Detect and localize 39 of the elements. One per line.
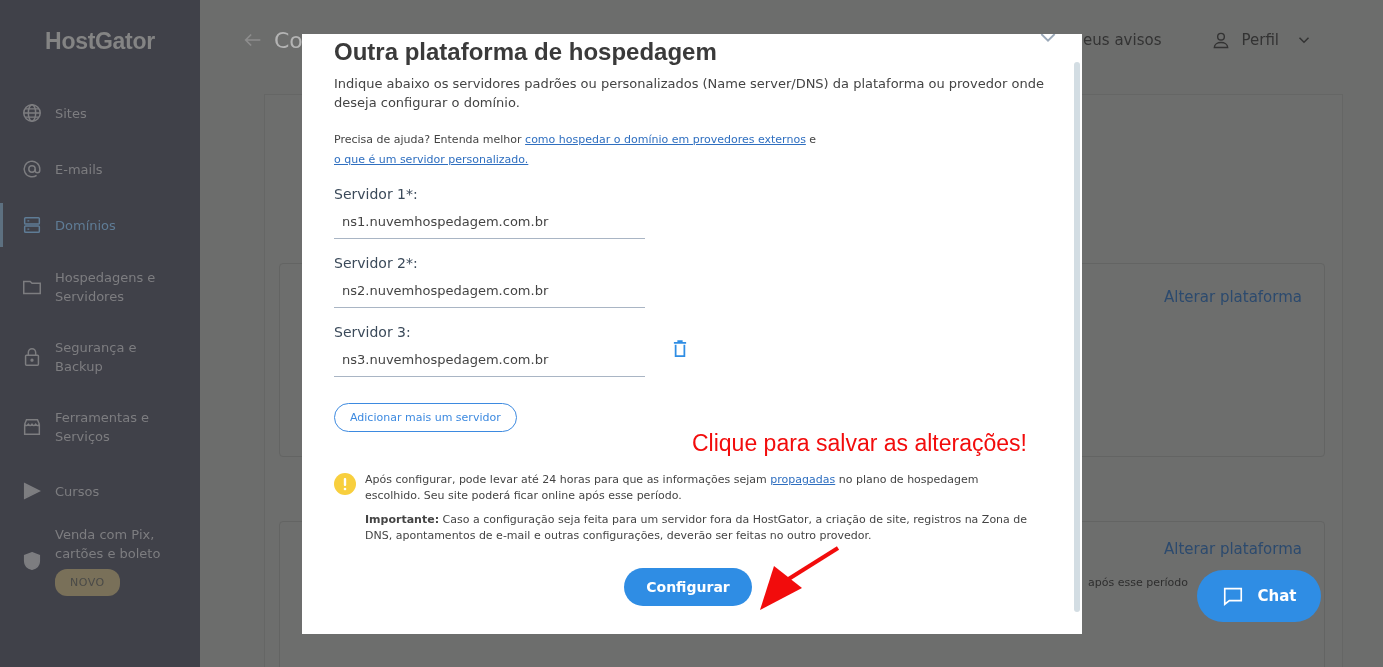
scrollbar[interactable]: [1074, 62, 1080, 612]
notice-text: Após configurar, pode levar até 24 horas para que as informações sejam propagadas no plano de hospedagem escolhido. Seu site poderá ficar online após esse período.: [365, 472, 980, 504]
page-title: Co: [274, 27, 303, 53]
add-server-button[interactable]: Adicionar mais um servidor: [334, 403, 517, 432]
modal-title: Outra plataforma de hospedagem: [334, 38, 718, 66]
profile-menu[interactable]: Perfil: [1241, 31, 1279, 49]
sidebar-item[interactable]: E-mails: [0, 147, 200, 191]
help-link[interactable]: o que é um servidor personalizado.: [334, 153, 529, 166]
chat-bubble-icon: [1221, 585, 1244, 607]
propagated-link[interactable]: propagadas: [770, 473, 836, 486]
chat-button[interactable]: Chat: [1197, 570, 1321, 622]
server-icon: [21, 214, 43, 236]
sidebar-item[interactable]: Cursos: [0, 469, 200, 513]
sidebar-item[interactable]: Ferramentas e Serviços: [0, 399, 200, 455]
sidebar-item[interactable]: Hospedagens e Servidores: [0, 259, 200, 315]
server-label: Servidor 1*:: [334, 186, 419, 202]
help-text: Precisa de ajuda? Entenda melhor como hospedar o domínio em provedores externos e o que é um servidor personalizado.: [334, 132, 818, 168]
annotation-text: Clique para salvar as alterações!: [692, 430, 1027, 457]
storefront-icon: [21, 416, 43, 438]
modal-description: Indique abaixo os servidores padrões ou personalizados (Name server/DNS) da plataforma ou provedor onde deseja configurar o domínio.: [334, 75, 1044, 112]
warning-icon: [334, 473, 356, 495]
server-label: Servidor 3:: [334, 324, 412, 340]
sidebar-item[interactable]: Sites: [0, 91, 200, 135]
help-link[interactable]: como hospedar o domínio em provedores externos: [525, 133, 806, 146]
change-platform-link[interactable]: Alterar plataforma: [1164, 540, 1302, 558]
play-icon: [21, 480, 43, 502]
trash-icon[interactable]: [673, 339, 687, 358]
important-text: Importante: Caso a configuração seja feita para um servidor fora da HostGator, a criação de site, registros na Zona de DNS, apontamentos de e-mail e outras configurações, deverão ser feitas no outro provedor.: [365, 512, 1029, 544]
sidebar-item[interactable]: Domínios: [0, 203, 200, 247]
configure-button[interactable]: Configurar: [624, 568, 752, 606]
shield-icon: [21, 549, 43, 572]
server-label: Servidor 2*:: [334, 255, 419, 271]
card-note: após esse período: [1088, 576, 1188, 589]
sidebar-item[interactable]: Segurança e Backup: [0, 329, 200, 385]
change-platform-link[interactable]: Alterar plataforma: [1164, 288, 1302, 306]
at-sign-icon: [21, 158, 43, 180]
logo: HostGator: [44, 28, 156, 55]
notices-link[interactable]: eus avisos: [1083, 31, 1162, 49]
globe-icon: [21, 102, 43, 124]
